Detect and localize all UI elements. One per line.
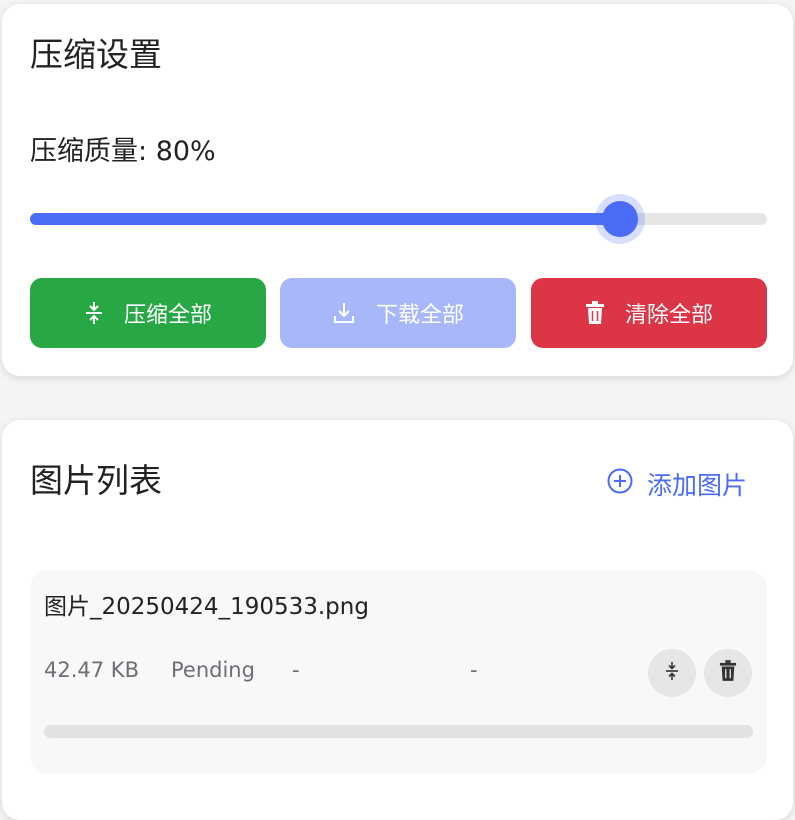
image-list-item: 图片_20250424_190533.png 42.47 KB Pending … (30, 570, 767, 774)
compress-icon (665, 661, 679, 685)
compression-settings-card: 压缩设置 压缩质量: 80% 压缩全部 下载全部 清除全部 (2, 4, 793, 376)
download-all-label: 下载全部 (375, 303, 464, 328)
progress-bar (44, 725, 753, 738)
trash-icon (585, 301, 605, 325)
clear-all-label: 清除全部 (624, 303, 713, 328)
quality-value: 80% (155, 136, 216, 167)
compressed-size: - (292, 658, 300, 682)
compress-all-label: 压缩全部 (123, 303, 212, 328)
slider-thumb[interactable] (601, 201, 638, 237)
original-size: 42.47 KB (44, 658, 139, 682)
slider-fill (30, 213, 620, 225)
trash-icon (719, 660, 737, 686)
compression-ratio: - (470, 658, 478, 682)
add-image-label: 添加图片 (646, 471, 747, 500)
compress-item-button[interactable] (648, 649, 696, 697)
quality-label-row: 压缩质量: 80% (30, 138, 216, 165)
image-file-name: 图片_20250424_190533.png (44, 594, 369, 620)
compress-icon (84, 301, 104, 325)
add-image-button[interactable]: 添加图片 (607, 466, 747, 502)
image-list-title: 图片列表 (30, 461, 162, 500)
download-icon (332, 301, 356, 325)
image-list-card: 图片列表 添加图片 图片_20250424_190533.png 42.47 K… (2, 420, 793, 820)
download-all-button[interactable]: 下载全部 (280, 278, 516, 348)
delete-item-button[interactable] (704, 649, 752, 697)
status-text: Pending (171, 658, 255, 682)
clear-all-button[interactable]: 清除全部 (531, 278, 767, 348)
compress-all-button[interactable]: 压缩全部 (30, 278, 266, 348)
quality-slider[interactable] (30, 201, 767, 237)
quality-label: 压缩质量: (30, 136, 148, 167)
settings-title: 压缩设置 (30, 35, 162, 74)
plus-circle-icon (607, 468, 633, 500)
